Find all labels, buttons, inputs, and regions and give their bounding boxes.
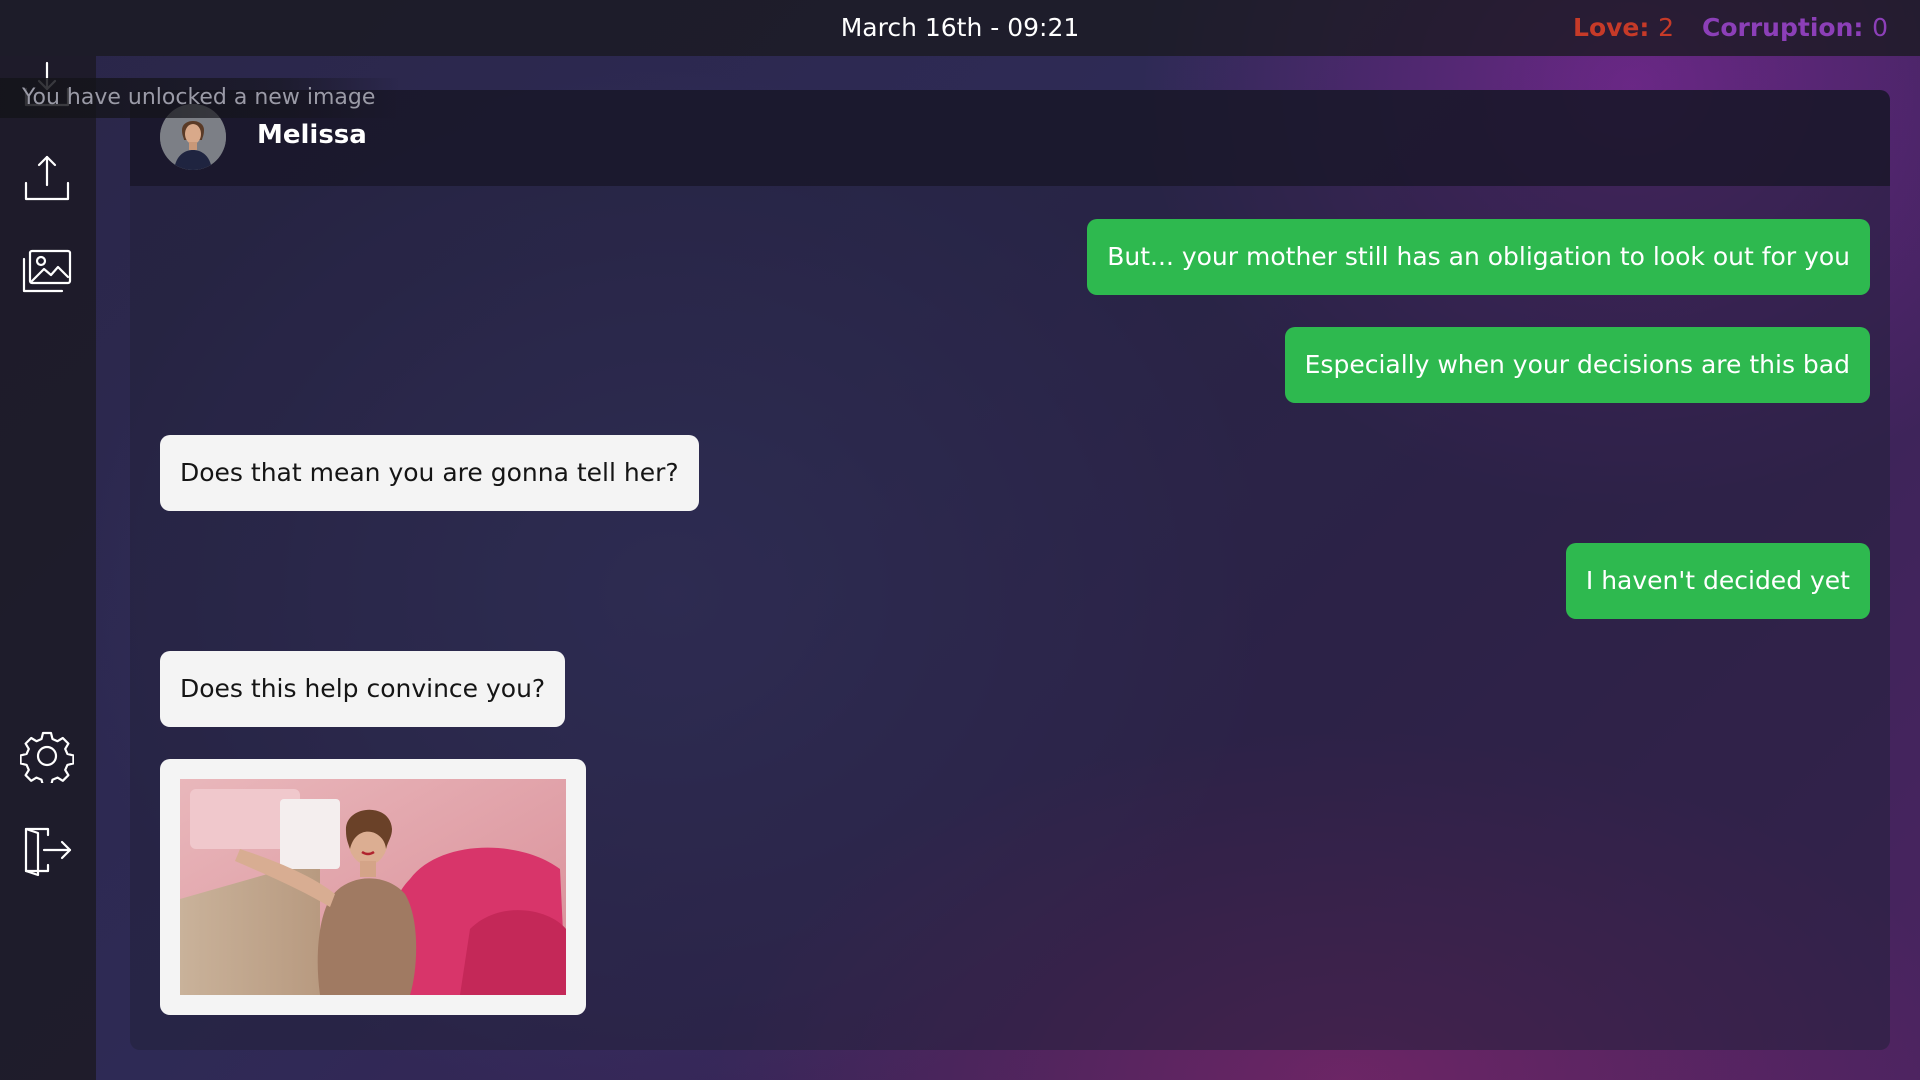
gallery-button[interactable] xyxy=(17,242,77,302)
love-value: 2 xyxy=(1658,13,1674,42)
corruption-label: Corruption: xyxy=(1702,13,1864,42)
unlock-notification: You have unlocked a new image xyxy=(0,78,400,118)
gallery-icon xyxy=(22,249,72,293)
gear-icon xyxy=(20,731,74,783)
message-bubble: But... your mother still has an obligati… xyxy=(1087,219,1870,295)
upload-button[interactable] xyxy=(17,148,77,208)
message-bubble: Does that mean you are gonna tell her? xyxy=(160,435,699,511)
love-stat: Love: 2 xyxy=(1573,13,1674,42)
settings-button[interactable] xyxy=(17,726,77,786)
message-bubble: I haven't decided yet xyxy=(1565,543,1870,619)
chat-panel: Melissa But... your mother still has an … xyxy=(130,90,1890,1050)
corruption-value: 0 xyxy=(1872,13,1888,42)
stats: Love: 2 Corruption: 0 xyxy=(1573,13,1888,42)
contact-name: Melissa xyxy=(257,120,367,150)
message-bubble: Especially when your decisions are this … xyxy=(1284,327,1870,403)
top-bar: March 16th - 09:21 Love: 2 Corruption: 0 xyxy=(0,0,1920,56)
exit-icon xyxy=(24,827,72,877)
sidebar xyxy=(0,56,96,1080)
shared-photo[interactable] xyxy=(180,779,566,995)
exit-button[interactable] xyxy=(17,820,77,880)
upload-icon xyxy=(24,155,70,201)
corruption-stat: Corruption: 0 xyxy=(1702,13,1888,42)
message-bubble: Does this help convince you? xyxy=(160,651,566,727)
love-label: Love: xyxy=(1573,13,1650,42)
image-message[interactable] xyxy=(160,759,586,1015)
